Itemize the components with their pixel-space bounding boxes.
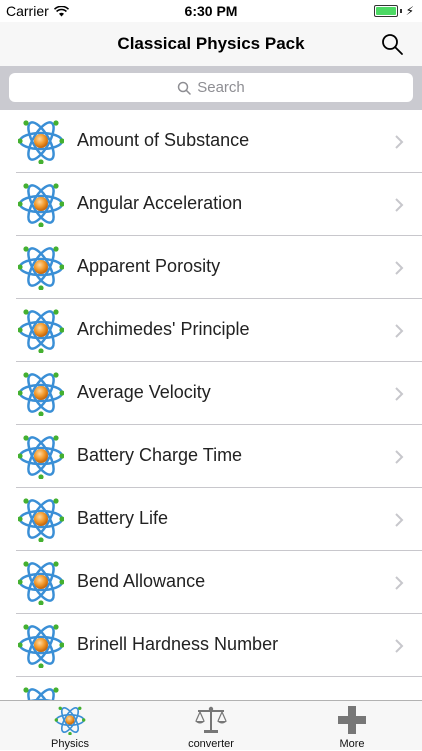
atom-icon [18, 685, 64, 700]
chevron-right-icon [395, 576, 404, 590]
list-item[interactable] [16, 677, 422, 700]
tab-more[interactable]: More [282, 701, 422, 751]
list-item-label: Average Velocity [77, 382, 211, 402]
list-item-label: Battery Charge Time [77, 445, 243, 465]
list-item-label: Apparent Porosity [77, 256, 221, 276]
status-bar: Carrier 6:30 PM ⚡ [0, 0, 422, 22]
list-item[interactable]: Average Velocity [16, 362, 422, 425]
list-item-label: Bend Allowance [77, 571, 206, 591]
list-item-label: Brinell Hardness Number [77, 634, 279, 654]
tab-label: Physics [51, 738, 89, 750]
list-item[interactable]: Bend Allowance [16, 551, 422, 614]
list-item-label: Archimedes' Principle [77, 319, 250, 339]
atom-icon [18, 496, 64, 542]
atom-icon [53, 705, 87, 735]
charging-icon: ⚡ [405, 4, 414, 18]
battery-indicator: ⚡ [373, 4, 414, 18]
list-item-label: Amount of Substance [77, 130, 250, 150]
formula-list[interactable]: Amount of Substance Angular Acceleration… [0, 110, 422, 700]
search-placeholder: Search [197, 79, 245, 96]
scale-icon [195, 706, 227, 733]
chevron-right-icon [395, 450, 404, 464]
tab-physics[interactable]: Physics [0, 701, 140, 751]
list-item[interactable]: Apparent Porosity [16, 236, 422, 299]
navigation-bar: Classical Physics Pack [0, 22, 422, 66]
list-item[interactable]: Archimedes' Principle [16, 299, 422, 362]
list-item[interactable]: Battery Charge Time [16, 425, 422, 488]
atom-icon [18, 181, 64, 227]
atom-icon [18, 433, 64, 479]
chevron-right-icon [395, 135, 404, 149]
search-input[interactable]: Search [9, 73, 413, 102]
page-title: Classical Physics Pack [117, 34, 305, 53]
chevron-right-icon [395, 261, 404, 275]
chevron-right-icon [395, 513, 404, 527]
tab-bar: Physics converter More [0, 700, 422, 750]
atom-icon [18, 370, 64, 416]
list-item[interactable]: Battery Life [16, 488, 422, 551]
magnifier-icon [177, 81, 191, 95]
search-bar: Search [0, 66, 422, 110]
atom-icon [18, 118, 64, 164]
list-item[interactable]: Angular Acceleration [16, 173, 422, 236]
tab-converter[interactable]: converter [141, 701, 281, 751]
list-item-label: Angular Acceleration [77, 193, 243, 213]
chevron-right-icon [395, 387, 404, 401]
search-icon[interactable] [380, 32, 404, 56]
atom-icon [18, 622, 64, 668]
chevron-right-icon [395, 198, 404, 212]
chevron-right-icon [395, 639, 404, 653]
chevron-right-icon [395, 324, 404, 338]
tab-label: More [339, 738, 365, 750]
status-time: 6:30 PM [184, 3, 238, 19]
plus-icon [338, 706, 366, 734]
list-item[interactable]: Brinell Hardness Number [16, 614, 422, 677]
list-item-label: Battery Life [77, 508, 169, 528]
atom-icon [18, 559, 64, 605]
atom-icon [18, 244, 64, 290]
battery-icon [373, 5, 398, 17]
atom-icon [18, 307, 64, 353]
list-item[interactable]: Amount of Substance [16, 110, 422, 173]
tab-label: converter [188, 738, 234, 750]
